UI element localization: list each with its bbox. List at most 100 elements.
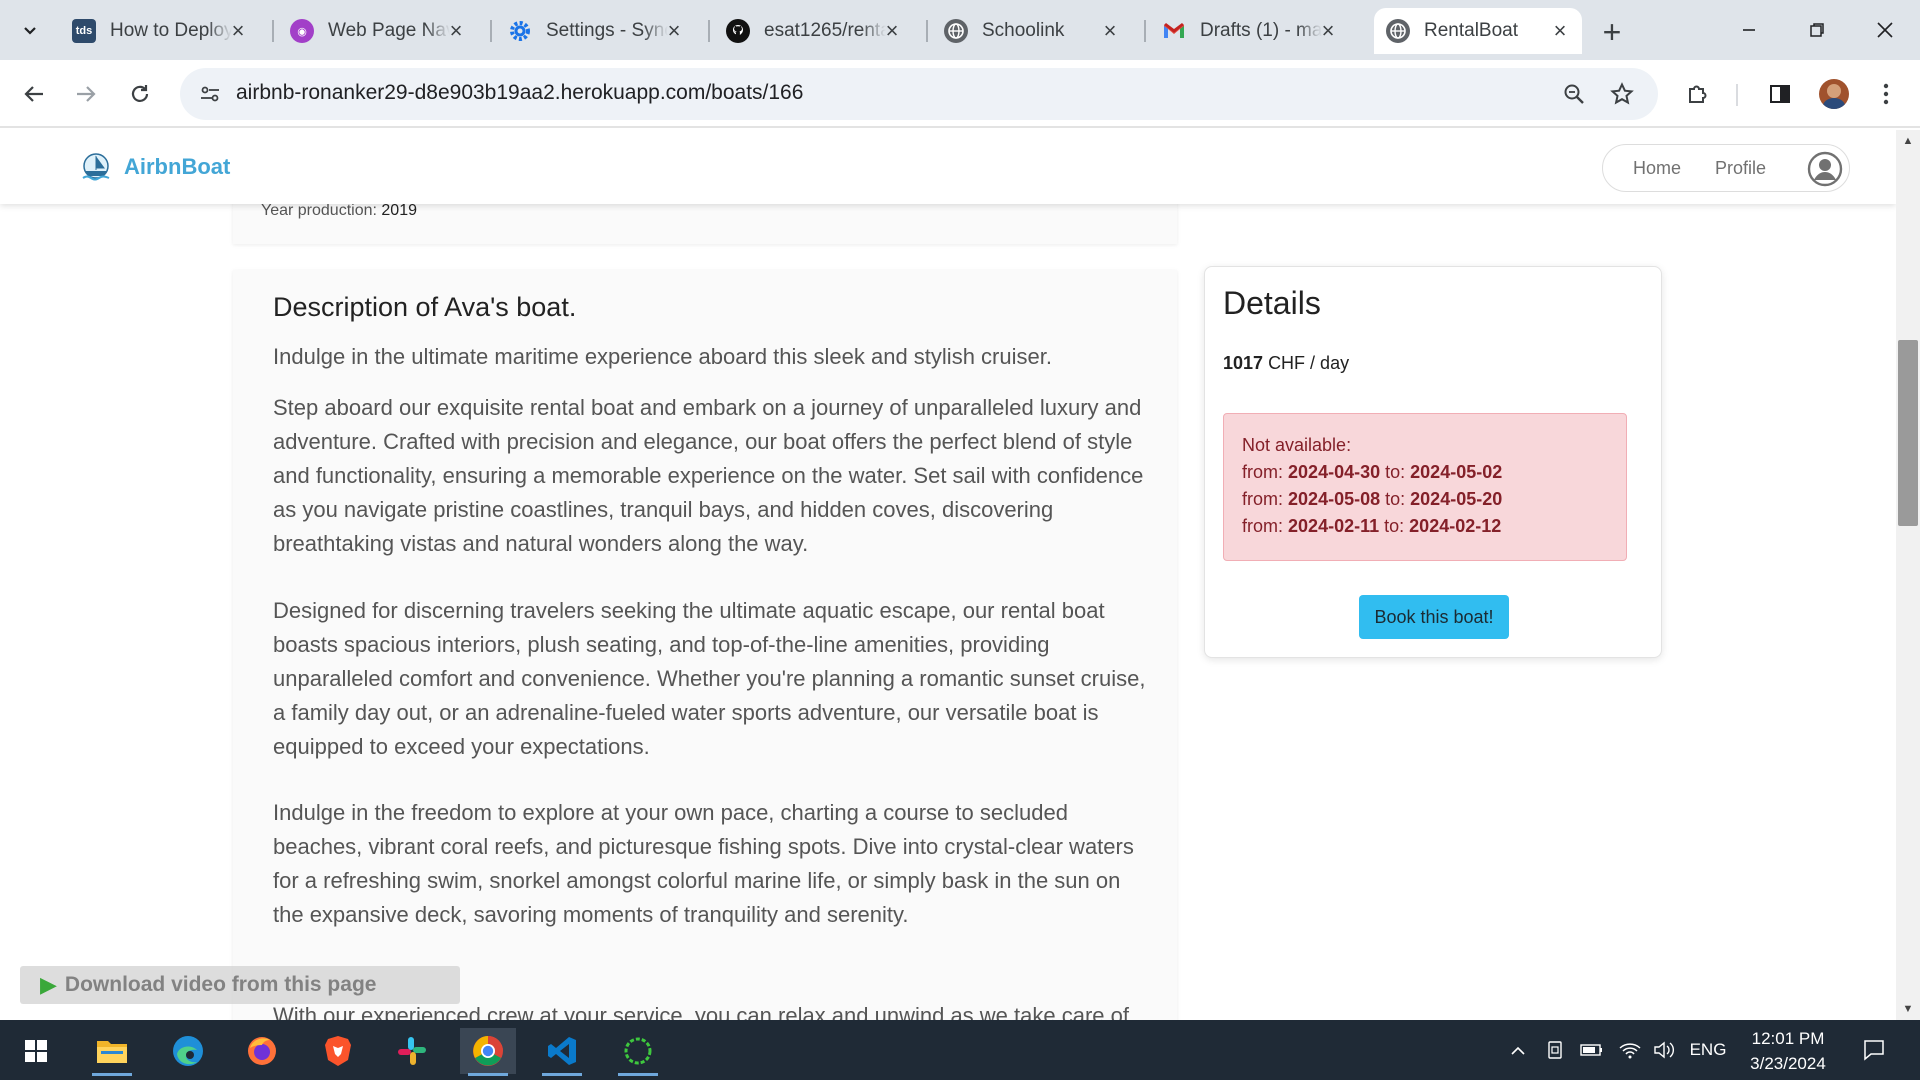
tray-wifi[interactable]: [1616, 1038, 1644, 1062]
file-explorer-icon: [97, 1041, 127, 1063]
description-card: Description of Ava's boat. Indulge in th…: [233, 270, 1177, 1020]
restore-button[interactable]: [1794, 10, 1840, 50]
scroll-up-arrow-icon[interactable]: ▲: [1896, 130, 1920, 152]
show-hidden-icons-button[interactable]: [1506, 1038, 1530, 1062]
description-lead: Indulge in the ultimate maritime experie…: [273, 344, 1052, 369]
tab-github[interactable]: esat1265/rental ×: [714, 8, 914, 54]
side-panel-button[interactable]: [1760, 74, 1800, 114]
zoom-icon[interactable]: [1558, 78, 1590, 110]
wifi-icon: [1619, 1043, 1641, 1059]
taskbar-firefox[interactable]: [234, 1028, 290, 1074]
chrome-icon: [473, 1036, 503, 1066]
user-circle-icon[interactable]: [1807, 151, 1843, 187]
tab-settings-sync[interactable]: Settings - Sync ×: [496, 8, 696, 54]
reload-button[interactable]: [120, 74, 160, 114]
chat-bot-icon: ◉: [290, 19, 314, 43]
taskbar-clock[interactable]: 12:01 PM 3/23/2024: [1740, 1026, 1836, 1076]
close-icon[interactable]: ×: [1098, 18, 1122, 43]
unavailable-range: from: 2024-02-11 to: 2024-02-12: [1242, 516, 1502, 536]
page-viewport: AirbnBoat Home Profile Year production: …: [0, 130, 1896, 1020]
close-icon[interactable]: ×: [662, 18, 686, 43]
notifications-button[interactable]: [1856, 1038, 1892, 1062]
taskbar-brave[interactable]: [310, 1028, 366, 1074]
toolbar-divider: [1736, 84, 1738, 106]
globe-icon: [1386, 19, 1410, 43]
notification-icon: [1864, 1040, 1884, 1061]
page-scrollbar[interactable]: ▲ ▼: [1896, 130, 1920, 1020]
arrow-right-icon: [77, 86, 96, 102]
taskbar-vscode[interactable]: [534, 1028, 590, 1076]
not-available-label: Not available:: [1242, 435, 1352, 455]
tab-how-to-deploy[interactable]: tds How to Deploy ×: [60, 8, 260, 54]
tab-strip: tds How to Deploy × ◉ Web Page Navigatio…: [0, 0, 1920, 60]
forward-button[interactable]: [66, 74, 106, 114]
taskbar-chrome[interactable]: [460, 1028, 516, 1076]
brand-logo-link[interactable]: AirbnBoat: [80, 152, 230, 182]
book-boat-button[interactable]: Book this boat!: [1359, 595, 1509, 639]
tab-web-page-navigation[interactable]: ◉ Web Page Navigation ×: [278, 8, 478, 54]
windows-start-icon: [25, 1040, 47, 1062]
tray-volume[interactable]: [1650, 1038, 1678, 1062]
play-icon: ▶: [40, 972, 57, 997]
tab-gmail-drafts[interactable]: Drafts (1) - mail ×: [1150, 8, 1350, 54]
extensions-button[interactable]: [1678, 74, 1718, 114]
tab-separator: [708, 20, 710, 42]
tab-title: Schoolink: [982, 20, 1065, 41]
tab-rentalboat[interactable]: RentalBoat ×: [1374, 8, 1582, 54]
site-navbar: AirbnBoat Home Profile: [0, 130, 1896, 204]
url-text[interactable]: airbnb-ronanker29-d8e903b19aa2.herokuapp…: [236, 81, 803, 105]
taskbar-edge[interactable]: [160, 1028, 216, 1074]
scrollbar-thumb[interactable]: [1898, 340, 1918, 526]
tab-title: How to Deploy: [110, 20, 232, 41]
new-tab-button[interactable]: +: [1594, 14, 1630, 50]
browser-menu-button[interactable]: [1866, 74, 1906, 114]
kebab-menu-icon: [1883, 83, 1889, 105]
nav-home-link[interactable]: Home: [1633, 158, 1681, 179]
puzzle-icon: [1689, 85, 1707, 103]
price-value: 1017: [1223, 353, 1264, 373]
back-button[interactable]: [14, 74, 54, 114]
firefox-icon: [248, 1037, 276, 1065]
globe-icon: [944, 19, 968, 43]
tab-schoolink[interactable]: Schoolink ×: [932, 8, 1132, 54]
unavailable-range: from: 2024-05-08 to: 2024-05-20: [1242, 489, 1503, 509]
address-bar[interactable]: airbnb-ronanker29-d8e903b19aa2.herokuapp…: [180, 68, 1658, 120]
bookmark-star-icon[interactable]: [1606, 78, 1638, 110]
chevron-up-icon: [1511, 1046, 1525, 1055]
site-info-icon[interactable]: [194, 78, 226, 110]
reload-icon: [131, 85, 149, 102]
tray-language[interactable]: ENG: [1686, 1038, 1730, 1062]
user-nav: Home Profile: [1602, 144, 1850, 192]
profile-avatar-button[interactable]: [1814, 74, 1854, 114]
availability-alert: Not available: from: 2024-04-30 to: 2024…: [1223, 413, 1627, 561]
taskbar-file-explorer[interactable]: [84, 1028, 140, 1076]
tab-title: Web Page Navigation: [328, 20, 450, 41]
speaker-icon: [1654, 1041, 1674, 1059]
close-icon[interactable]: ×: [226, 18, 250, 43]
close-icon[interactable]: ×: [1316, 18, 1340, 43]
tab-title: RentalBoat: [1424, 20, 1519, 41]
tab-search-button[interactable]: [10, 10, 50, 50]
minimize-button[interactable]: [1726, 10, 1772, 50]
close-window-button[interactable]: [1862, 10, 1908, 50]
tray-meet-icon[interactable]: [1542, 1038, 1570, 1062]
details-title: Details: [1223, 285, 1321, 321]
taskbar-slack[interactable]: [384, 1028, 440, 1074]
unavailable-range: from: 2024-04-30 to: 2024-05-02: [1242, 462, 1503, 482]
clock-time: 12:01 PM: [1751, 1029, 1825, 1048]
close-icon[interactable]: ×: [1548, 18, 1572, 43]
year-value: 2019: [381, 202, 417, 219]
nav-profile-link[interactable]: Profile: [1715, 158, 1766, 179]
browser-toolbar: airbnb-ronanker29-d8e903b19aa2.herokuapp…: [0, 60, 1920, 128]
details-card: Details 1017 CHF / day Not available: fr…: [1204, 266, 1662, 658]
download-video-overlay[interactable]: ▶ Download video from this page: [20, 966, 460, 1004]
close-icon[interactable]: ×: [880, 18, 904, 43]
taskbar-app[interactable]: [610, 1028, 666, 1076]
tray-battery[interactable]: [1578, 1038, 1606, 1062]
scroll-down-arrow-icon[interactable]: ▼: [1896, 998, 1920, 1020]
download-video-label: Download video from this page: [64, 973, 377, 996]
arrow-left-icon: [24, 86, 43, 102]
tab-separator: [272, 20, 274, 42]
start-button[interactable]: [8, 1028, 64, 1074]
close-icon[interactable]: ×: [444, 18, 468, 43]
